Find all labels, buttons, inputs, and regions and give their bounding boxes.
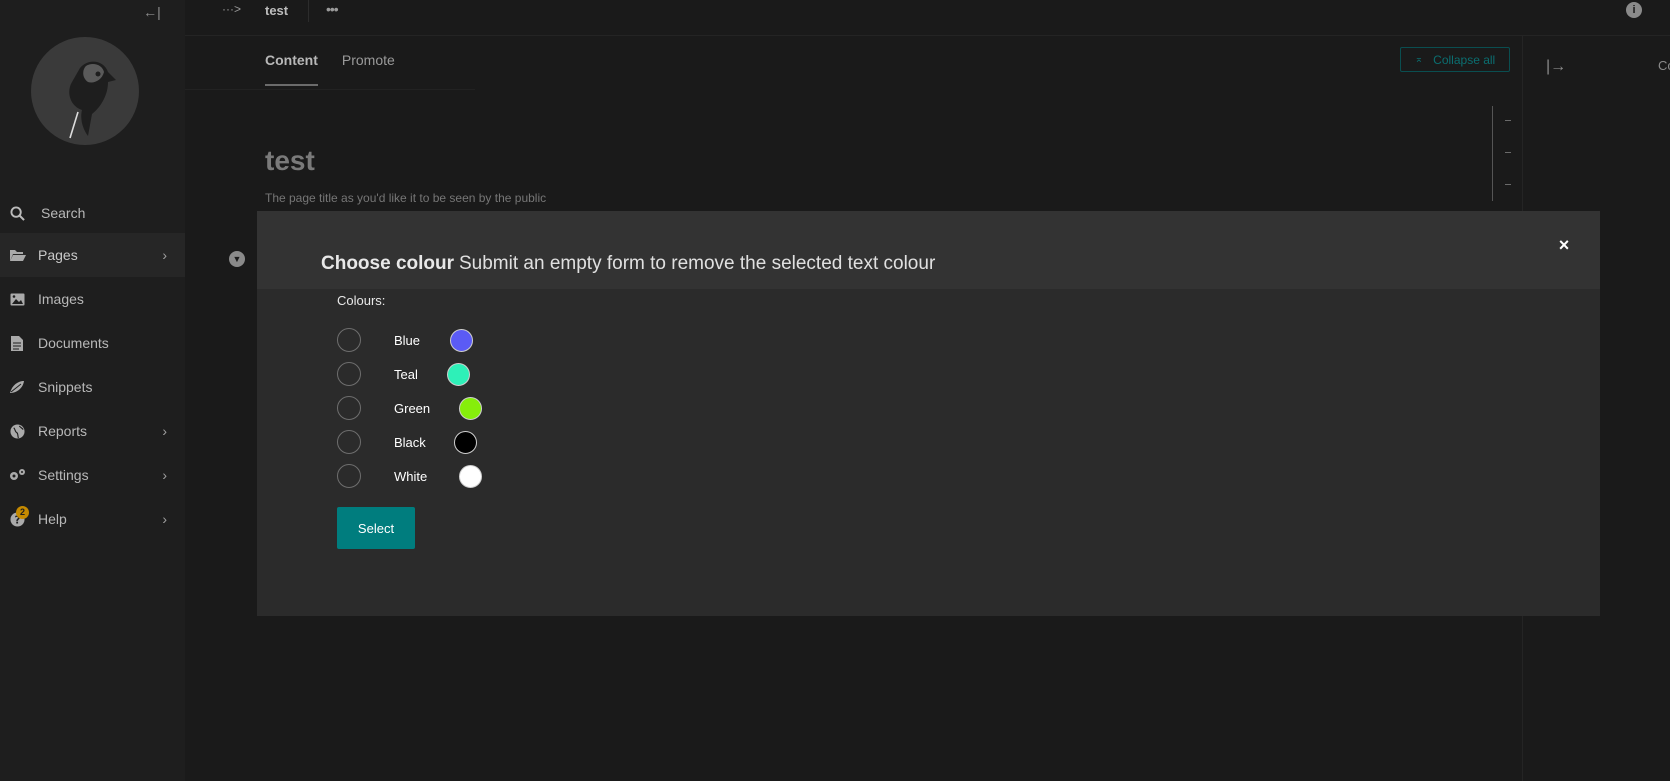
minimap-marker[interactable] xyxy=(1505,120,1511,121)
colour-swatch xyxy=(459,465,482,488)
sidebar-item-pages[interactable]: Pages › xyxy=(0,233,185,277)
folder-open-icon xyxy=(8,246,26,264)
colour-option-black[interactable]: Black xyxy=(337,430,537,456)
colour-option-blue[interactable]: Blue xyxy=(337,328,537,354)
wagtail-logo[interactable] xyxy=(30,36,140,146)
modal-subtitle: Submit an empty form to remove the selec… xyxy=(459,253,936,274)
minimap-track xyxy=(1492,106,1493,201)
cogs-icon xyxy=(8,466,26,484)
modal-title: Choose colour xyxy=(321,253,455,274)
colour-option-teal[interactable]: Teal xyxy=(337,362,537,388)
page-title-help: The page title as you'd like it to be se… xyxy=(265,191,547,205)
header: ···> test ••• i xyxy=(185,0,1670,36)
minimap-marker[interactable] xyxy=(1505,152,1511,153)
sidebar-item-label: Reports xyxy=(38,423,88,439)
radio-button[interactable] xyxy=(337,430,361,454)
tab-content[interactable]: Content xyxy=(265,52,318,86)
chevron-right-icon: › xyxy=(162,247,167,263)
document-icon xyxy=(8,334,26,352)
sidebar-item-search[interactable]: Search xyxy=(0,195,185,231)
chevron-down-icon[interactable]: ▼ xyxy=(229,251,245,267)
image-icon xyxy=(8,290,26,308)
breadcrumb-divider xyxy=(308,0,309,22)
collapse-all-label: Collapse all xyxy=(1433,52,1496,67)
page-title-field[interactable]: test xyxy=(265,145,315,177)
close-icon[interactable]: × xyxy=(1554,235,1574,255)
choose-colour-modal: Choose colour Submit an empty form to re… xyxy=(257,211,1600,616)
colour-option-label: Teal xyxy=(394,367,418,382)
more-actions-button[interactable]: ••• xyxy=(326,1,339,17)
help-badge: 2 xyxy=(16,506,29,519)
chevron-right-icon: › xyxy=(162,511,167,527)
sidebar-item-images[interactable]: Images xyxy=(0,277,185,321)
tab-promote[interactable]: Promote xyxy=(342,52,395,86)
sidebar-item-label: Documents xyxy=(38,335,109,351)
radio-button[interactable] xyxy=(337,362,361,386)
sidebar: ←| Search Pages › Images Documents Snipp… xyxy=(0,0,185,781)
colour-option-label: Black xyxy=(394,435,426,450)
breadcrumb-toggle[interactable]: ···> xyxy=(222,2,241,16)
colour-option-white[interactable]: White xyxy=(337,464,537,490)
globe-icon xyxy=(8,422,26,440)
info-icon[interactable]: i xyxy=(1626,2,1642,18)
radio-button[interactable] xyxy=(337,464,361,488)
colour-option-label: Green xyxy=(394,401,431,416)
sidebar-item-settings[interactable]: Settings › xyxy=(0,453,185,497)
colour-swatch xyxy=(450,329,473,352)
tabs-divider xyxy=(185,89,475,90)
select-button[interactable]: Select xyxy=(337,507,415,549)
chevron-right-icon: › xyxy=(162,423,167,439)
colour-swatch xyxy=(459,397,482,420)
modal-header: Choose colour Submit an empty form to re… xyxy=(257,211,1600,289)
sidebar-nav: Search Pages › Images Documents Snippets… xyxy=(0,195,185,541)
sidebar-item-documents[interactable]: Documents xyxy=(0,321,185,365)
minimap-marker[interactable] xyxy=(1505,184,1511,185)
colour-swatch xyxy=(447,363,470,386)
panel-expand-icon[interactable]: |→ xyxy=(1546,58,1566,76)
sidebar-item-label: Help xyxy=(38,511,67,527)
editor-tabs: Content Promote xyxy=(265,52,419,86)
colour-option-label: Blue xyxy=(394,333,421,348)
sidebar-item-help[interactable]: ? 2 Help › xyxy=(0,497,185,541)
radio-button[interactable] xyxy=(337,328,361,352)
sidebar-item-label: Pages xyxy=(38,247,78,263)
snippet-icon xyxy=(8,378,26,396)
sidebar-item-snippets[interactable]: Snippets xyxy=(0,365,185,409)
sidebar-item-label: Settings xyxy=(38,467,89,483)
colour-option-green[interactable]: Green xyxy=(337,396,537,422)
colours-label: Colours: xyxy=(337,293,386,308)
side-panel-label: Co xyxy=(1658,58,1670,73)
collapse-all-button[interactable]: ⌅ Collapse all xyxy=(1400,47,1510,72)
radio-button[interactable] xyxy=(337,396,361,420)
sidebar-item-reports[interactable]: Reports › xyxy=(0,409,185,453)
app: ←| Search Pages › Images Documents Snipp… xyxy=(0,0,1670,781)
collapse-up-icon: ⌅ xyxy=(1414,54,1424,65)
colour-option-label: White xyxy=(394,469,428,484)
search-icon xyxy=(8,204,26,222)
sidebar-item-label: Snippets xyxy=(38,379,93,395)
colour-swatch xyxy=(454,431,477,454)
chevron-right-icon: › xyxy=(162,467,167,483)
collapse-sidebar-button[interactable]: ←| xyxy=(142,2,162,22)
sidebar-item-label: Images xyxy=(38,291,84,307)
sidebar-item-label: Search xyxy=(41,205,86,221)
breadcrumb-current[interactable]: test xyxy=(265,3,288,18)
